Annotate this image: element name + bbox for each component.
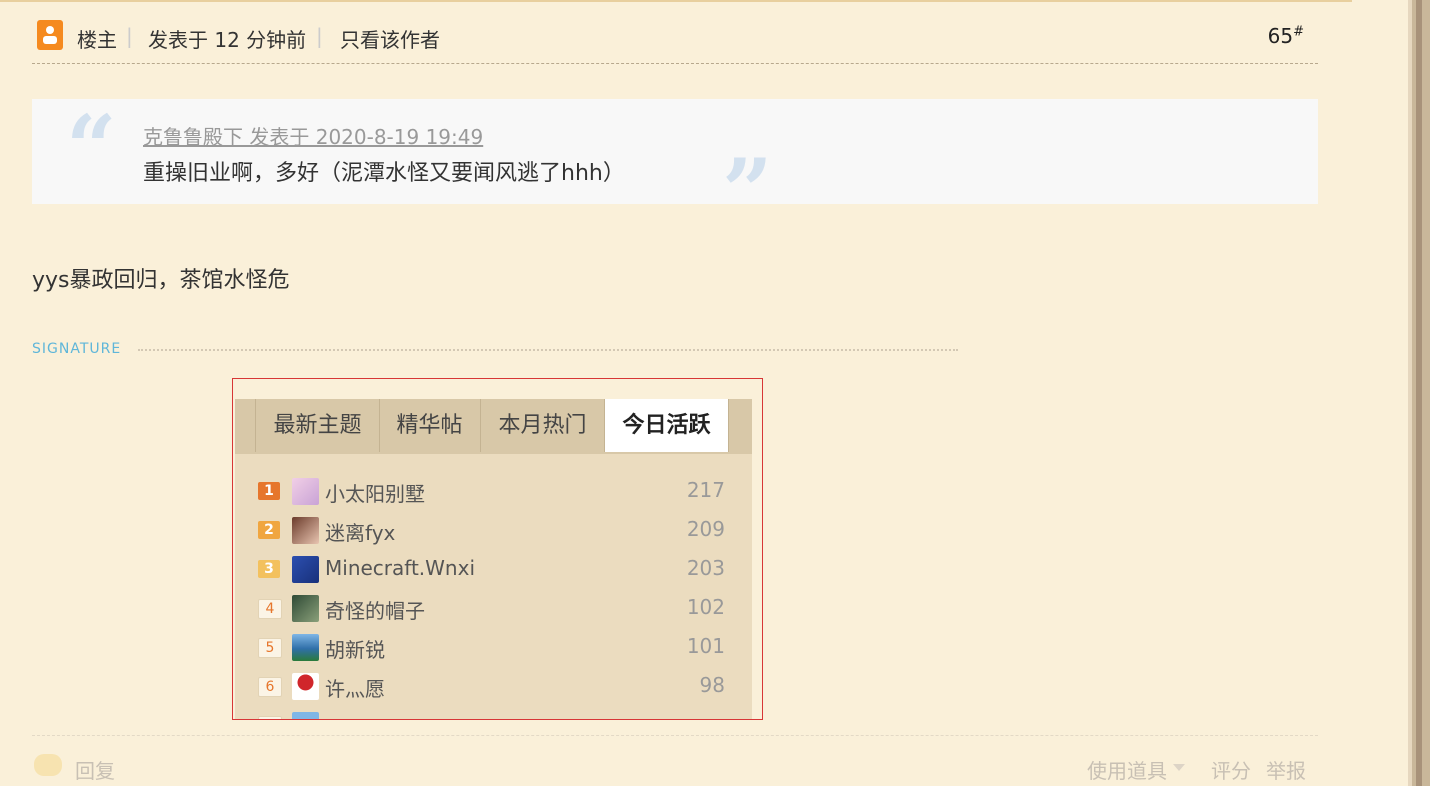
avatar: [292, 478, 319, 505]
user-name: 迷离fyx: [325, 521, 396, 545]
post-count: 102: [686, 595, 725, 619]
reply-icon[interactable]: [34, 754, 62, 776]
ranking-item[interactable]: 6 许灬愿 98: [255, 671, 725, 705]
quote-block: “ 克鲁鲁殿下 发表于 2020-8-19 19:49 重操旧业啊，多好（泥潭水…: [32, 95, 1318, 243]
tab-featured[interactable]: 精华帖: [379, 399, 481, 452]
avatar: [292, 517, 319, 544]
reply-button[interactable]: 回复: [75, 755, 115, 784]
post-body: yys暴政回归，茶馆水怪危: [32, 268, 290, 293]
user-name: 奇怪的帽子: [325, 599, 425, 623]
quote-meta-link[interactable]: 克鲁鲁殿下 发表于 2020-8-19 19:49: [143, 121, 483, 150]
ranking-item[interactable]: 4 奇怪的帽子 102: [255, 593, 725, 627]
user-name: 胡新锐: [325, 638, 385, 662]
floor-number[interactable]: 65#: [1268, 24, 1304, 48]
rate-button[interactable]: 评分: [1211, 755, 1251, 784]
ranking-item[interactable]: 1 小太阳别墅 217: [255, 476, 725, 510]
floor-number-value: 65: [1267, 24, 1294, 48]
only-author-link[interactable]: 只看该作者: [340, 24, 440, 53]
post-count: 209: [686, 517, 725, 541]
avatar: [292, 556, 319, 583]
post-header: 楼主 | 发表于 12 分钟前 | 只看该作者 65#: [32, 16, 1318, 56]
top-border: [0, 0, 1352, 2]
rank-badge: 1: [258, 482, 280, 500]
user-name: Minecraft.Wnxi: [325, 556, 475, 580]
tab-latest[interactable]: 最新主题: [255, 399, 380, 452]
signature-label: SIGNATURE: [32, 341, 122, 357]
rank-badge: 3: [258, 560, 280, 578]
rank-badge: [258, 716, 282, 719]
rank-badge: 2: [258, 521, 280, 539]
owner-badge-icon: [37, 20, 63, 50]
post-count: 98: [699, 673, 725, 697]
footer-divider: [32, 735, 1318, 736]
open-quote-icon: “: [66, 95, 117, 199]
user-name: 小太阳别墅: [325, 482, 425, 506]
quote-text: 重操旧业啊，多好（泥潭水怪又要闻风逃了hhh）: [143, 161, 625, 186]
rose-avatar: [292, 673, 319, 700]
report-button[interactable]: 举报: [1266, 755, 1306, 784]
rank-badge: 5: [258, 638, 282, 658]
avatar: [292, 595, 319, 622]
tab-today-active[interactable]: 今日活跃: [605, 399, 729, 452]
rank-badge: 4: [258, 599, 282, 619]
separator: |: [316, 24, 323, 48]
user-name: 许灬愿: [325, 677, 385, 701]
ranking-item-partial: [255, 710, 725, 719]
avatar: [292, 712, 319, 719]
ranking-item[interactable]: 5 胡新锐 101: [255, 632, 725, 666]
posted-time: 发表于 12 分钟前: [148, 28, 307, 52]
post-count: 203: [686, 556, 725, 580]
owner-label: 楼主: [77, 28, 117, 52]
tab-monthly-hot[interactable]: 本月热门: [481, 399, 605, 452]
scrollbar-thumb[interactable]: [1416, 0, 1422, 786]
close-quote-icon: ”: [722, 139, 773, 243]
chevron-down-icon[interactable]: [1173, 764, 1185, 771]
floor-mark: #: [1293, 24, 1304, 40]
post-count: 101: [686, 634, 725, 658]
signature-image: 最新主题 精华帖 本月热门 今日活跃 1 小太阳别墅 217 2 迷离fyx 2…: [232, 378, 763, 720]
signature-divider: [138, 349, 958, 351]
separator: |: [126, 24, 133, 48]
use-tool-menu[interactable]: 使用道具: [1087, 755, 1167, 784]
header-divider: [32, 63, 1318, 64]
post-count: 217: [686, 478, 725, 502]
rank-badge: 6: [258, 677, 282, 697]
avatar: [292, 634, 319, 661]
ranking-item[interactable]: 2 迷离fyx 209: [255, 515, 725, 549]
ranking-item[interactable]: 3 Minecraft.Wnxi 203: [255, 554, 725, 588]
